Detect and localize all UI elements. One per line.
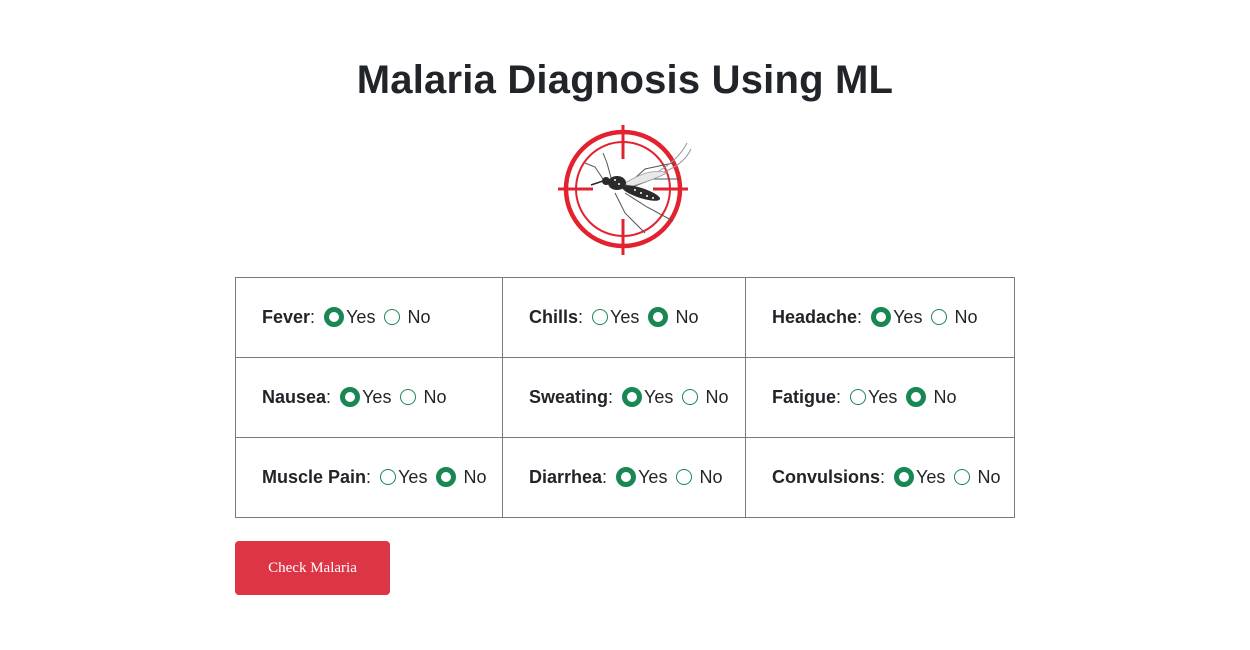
nausea-yes-radio[interactable] [340,387,361,407]
fever-yes-radio[interactable] [324,307,345,327]
muscle-pain-no-option[interactable]: No [436,467,487,488]
symptom-label: Nausea [262,387,327,407]
chills-no-radio[interactable] [648,307,669,327]
symptom-label: Muscle Pain [262,467,367,487]
symptom-fatigue: Fatigue: Yes No [745,357,1015,438]
fatigue-no-radio[interactable] [906,387,927,407]
symptom-label: Fever [262,307,311,327]
chills-yes-option[interactable]: Yes [592,307,639,328]
symptom-diarrhea: Diarrhea: Yes No [502,437,746,518]
fever-no-radio[interactable] [384,309,401,325]
nausea-no-option[interactable]: No [400,387,447,408]
diarrhea-yes-radio[interactable] [616,467,637,487]
fatigue-no-option[interactable]: No [906,387,956,408]
symptom-convulsions: Convulsions: Yes No [745,437,1015,518]
fever-yes-option[interactable]: Yes [324,307,375,328]
table-row: Fever: Yes No Chills: Yes No Headache: Y… [235,277,1015,358]
table-row: Nausea: Yes No Sweating: Yes No Fatigue:… [235,357,1015,438]
convulsions-no-radio[interactable] [954,469,971,485]
fatigue-yes-radio[interactable] [850,389,867,405]
chills-no-option[interactable]: No [648,307,698,328]
diarrhea-no-option[interactable]: No [676,467,723,488]
symptoms-table: Fever: Yes No Chills: Yes No Headache: Y… [235,277,1015,518]
muscle-pain-yes-option[interactable]: Yes [380,467,427,488]
convulsions-no-option[interactable]: No [954,467,1000,488]
mosquito-crosshair-icon [555,123,695,257]
symptom-muscle-pain: Muscle Pain: Yes No [235,437,503,518]
symptom-label: Diarrhea [529,467,603,487]
convulsions-yes-radio[interactable] [894,467,915,487]
symptom-label: Sweating [529,387,609,407]
headache-yes-option[interactable]: Yes [871,307,922,328]
sweating-no-option[interactable]: No [682,387,728,408]
fever-no-option[interactable]: No [384,307,431,328]
diarrhea-no-radio[interactable] [676,469,693,485]
chills-yes-radio[interactable] [592,309,609,325]
sweating-yes-option[interactable]: Yes [622,387,673,408]
symptom-chills: Chills: Yes No [502,277,746,358]
sweating-yes-radio[interactable] [622,387,643,407]
symptom-headache: Headache: Yes No [745,277,1015,358]
sweating-no-radio[interactable] [682,389,699,405]
fatigue-yes-option[interactable]: Yes [850,387,897,408]
muscle-pain-yes-radio[interactable] [380,469,397,485]
symptom-label: Headache [772,307,858,327]
symptom-label: Chills [529,307,579,327]
symptom-nausea: Nausea: Yes No [235,357,503,438]
table-row: Muscle Pain: Yes No Diarrhea: Yes No Con… [235,437,1015,518]
headache-yes-radio[interactable] [871,307,892,327]
convulsions-yes-option[interactable]: Yes [894,467,945,488]
symptom-label: Fatigue [772,387,837,407]
symptom-label: Convulsions [772,467,881,487]
nausea-no-radio[interactable] [400,389,417,405]
check-malaria-button[interactable]: Check Malaria [235,541,390,595]
diarrhea-yes-option[interactable]: Yes [616,467,667,488]
headache-no-radio[interactable] [931,309,948,325]
symptom-fever: Fever: Yes No [235,277,503,358]
muscle-pain-no-radio[interactable] [436,467,457,487]
headache-no-option[interactable]: No [931,307,978,328]
page-title: Malaria Diagnosis Using ML [356,58,894,102]
symptom-sweating: Sweating: Yes No [502,357,746,438]
nausea-yes-option[interactable]: Yes [340,387,391,408]
